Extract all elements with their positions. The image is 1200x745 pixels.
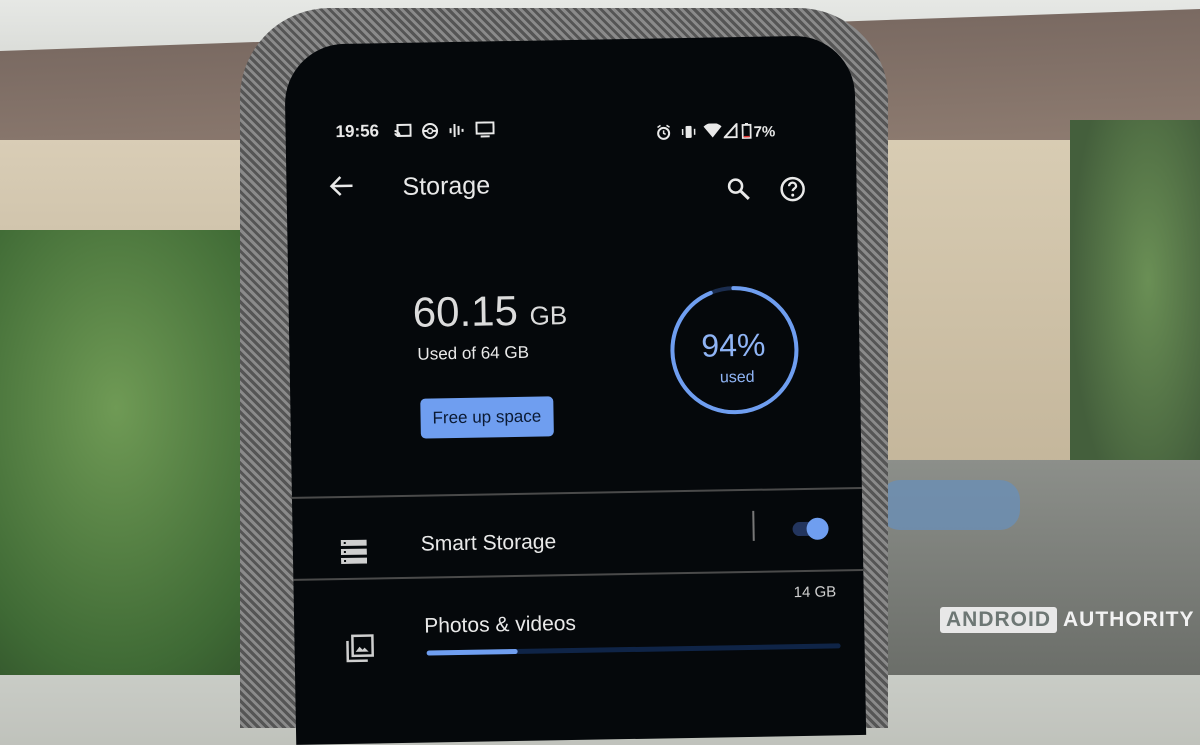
used-of-total: Used of 64 GB: [417, 343, 529, 365]
used-storage-amount: 60.15 GB: [412, 286, 567, 337]
ring-percent: 94%: [701, 327, 766, 365]
row-separator: [752, 511, 754, 541]
help-circle-icon: [779, 176, 805, 202]
signal-icon: [723, 123, 737, 142]
alarm-icon: [655, 124, 671, 144]
status-bar: 19:56 7%: [335, 114, 815, 152]
photo-library-icon: [344, 633, 375, 669]
used-value: 60.15: [412, 287, 518, 336]
page-title: Storage: [402, 171, 490, 202]
cast-icon: [393, 123, 411, 143]
help-button[interactable]: [779, 176, 806, 207]
photos-videos-size: 14 GB: [794, 583, 837, 601]
equalizer-icon: [448, 122, 464, 143]
smart-storage-label: Smart Storage: [421, 530, 557, 556]
status-time: 19:56: [335, 121, 379, 142]
watermark: ANDROID AUTHORITY: [940, 607, 1195, 633]
used-unit: GB: [529, 300, 567, 331]
list-icon: [341, 540, 368, 569]
battery-percent: 7%: [753, 123, 775, 140]
photos-videos-label: Photos & videos: [424, 612, 576, 639]
divider: [292, 487, 862, 498]
watermark-part2: AUTHORITY: [1063, 608, 1195, 632]
wifi-icon: [703, 123, 721, 142]
divider: [293, 569, 863, 580]
vibrate-icon: [680, 124, 696, 144]
photos-videos-progress-fill: [427, 649, 518, 656]
phone-screen: 19:56 7% St: [284, 35, 866, 745]
background-blue-object: [880, 480, 1020, 530]
ring-used-label: used: [720, 369, 755, 388]
search-icon: [726, 177, 750, 201]
arrow-left-icon: [328, 174, 354, 198]
free-up-space-button[interactable]: Free up space: [420, 396, 553, 438]
search-button[interactable]: [726, 177, 751, 206]
toggle-knob: [806, 518, 828, 540]
watermark-part1: ANDROID: [940, 607, 1057, 633]
pokeball-icon: [421, 122, 438, 143]
battery-icon: [741, 123, 751, 143]
tv-icon: [475, 121, 494, 141]
back-button[interactable]: [328, 174, 355, 203]
photos-videos-progress-track: [427, 643, 841, 655]
background-wall-right: [880, 140, 1080, 470]
